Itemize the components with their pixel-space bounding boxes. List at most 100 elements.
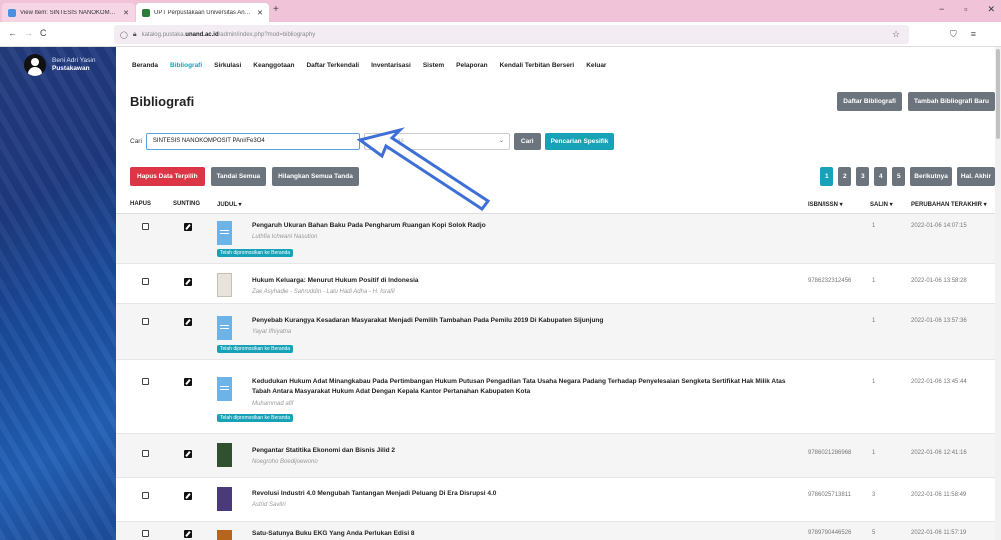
mark-all-button[interactable]: Tandai Semua xyxy=(210,167,267,186)
book-copies: 1 xyxy=(872,379,876,385)
page-scrollbar[interactable] xyxy=(995,47,1001,540)
nav-beranda[interactable]: Beranda xyxy=(132,62,158,69)
col-judul[interactable]: JUDUL ▾ xyxy=(217,201,242,208)
edit-icon[interactable] xyxy=(184,450,192,458)
bookmark-star-icon[interactable]: ☆ xyxy=(892,29,900,40)
col-salin[interactable]: SALIN ▾ xyxy=(870,201,893,208)
browser-tab-view-item[interactable]: View Item: SINTESIS NANOKOMPOSIT ✕ xyxy=(2,3,135,22)
page-1-button[interactable]: 1 xyxy=(820,167,834,186)
nav-bibliografi[interactable]: Bibliografi xyxy=(170,62,202,69)
nav-daftar-terkendali[interactable]: Daftar Terkendali xyxy=(306,62,359,69)
row-checkbox[interactable] xyxy=(142,530,149,537)
book-author: Astrid Savitri xyxy=(252,502,286,508)
book-updated: 2022-01-06 14:07:15 xyxy=(911,223,967,229)
row-checkbox[interactable] xyxy=(142,318,149,325)
row-checkbox[interactable] xyxy=(142,378,149,385)
book-title[interactable]: Pengaruh Ukuran Bahan Baku Pada Pengharu… xyxy=(252,221,802,231)
edit-icon[interactable] xyxy=(184,318,192,326)
back-button[interactable]: ← xyxy=(8,28,17,38)
edit-icon[interactable] xyxy=(184,530,192,538)
address-bar[interactable]: ◯ 🔒︎ katalog.pustaka.unand.ac.id/admin/i… xyxy=(114,25,909,44)
nav-sistem[interactable]: Sistem xyxy=(423,62,444,69)
book-copies: 1 xyxy=(872,278,876,284)
reload-button[interactable]: C xyxy=(40,28,47,38)
delete-selected-button[interactable]: Hapus Data Terpilih xyxy=(130,167,205,186)
page-2-button[interactable]: 2 xyxy=(838,167,852,186)
new-tab-button[interactable]: + xyxy=(273,4,279,15)
book-title[interactable]: Pengantar Statitika Ekonomi dan Bisnis J… xyxy=(252,446,802,456)
browser-tab-upt[interactable]: UPT Perpustakaan Universitas Andalas ✕ xyxy=(136,3,269,22)
row-checkbox[interactable] xyxy=(142,492,149,499)
main-content: Beranda Bibliografi Sirkulasi Keanggotaa… xyxy=(116,47,1001,540)
sidebar: Beni Adri Yasin Pustakawan xyxy=(0,47,116,540)
page-5-button[interactable]: 5 xyxy=(892,167,906,186)
table-row: Satu-Satunya Buku EKG Yang Anda Perlukan… xyxy=(116,522,1001,540)
nav-keanggotaan[interactable]: Keanggotaan xyxy=(253,62,294,69)
book-author: Noegroho Boedijoewono xyxy=(252,459,318,465)
edit-icon[interactable] xyxy=(184,278,192,286)
book-copies: 5 xyxy=(872,530,876,536)
book-isbn: 9786021286968 xyxy=(808,450,852,456)
table-row: Revolusi Industri 4.0 Mengubah Tantangan… xyxy=(116,478,1001,522)
book-isbn: 9786232312456 xyxy=(808,278,852,284)
book-cover-placeholder-icon xyxy=(217,377,232,401)
menu-icon[interactable]: ≡ xyxy=(971,29,976,40)
book-updated: 2022-01-06 13:58:28 xyxy=(911,278,967,284)
scrollbar-thumb[interactable] xyxy=(996,49,1000,139)
advanced-search-button[interactable]: Pencarian Spesifik xyxy=(544,133,615,150)
book-isbn: 9786025713811 xyxy=(808,492,851,498)
row-checkbox[interactable] xyxy=(142,223,149,230)
nav-keluar[interactable]: Keluar xyxy=(586,62,606,69)
close-tab-icon[interactable]: ✕ xyxy=(257,9,263,17)
daftar-bibliografi-button[interactable]: Daftar Bibliografi xyxy=(837,92,902,111)
page-3-button[interactable]: 3 xyxy=(856,167,870,186)
tambah-bibliografi-button[interactable]: Tambah Bibliografi Baru xyxy=(908,92,995,111)
browser-toolbar: ← → C ◯ 🔒︎ katalog.pustaka.unand.ac.id/a… xyxy=(0,22,1001,47)
edit-icon[interactable] xyxy=(184,378,192,386)
col-sunting: SUNTING xyxy=(173,201,200,207)
table-row: Hukum Keluarga: Menurut Hukum Positif di… xyxy=(116,264,1001,304)
col-updated[interactable]: PERUBAHAN TERAKHIR ▾ xyxy=(911,201,987,208)
book-title[interactable]: Revolusi Industri 4.0 Mengubah Tantangan… xyxy=(252,489,802,499)
search-input[interactable]: SINTESIS NANOKOMPOSIT PAni/Fe3O4 xyxy=(145,133,360,150)
pocket-shield-icon[interactable]: ⛉ xyxy=(950,29,957,40)
cari-button[interactable]: Cari xyxy=(513,133,541,150)
page-icon xyxy=(8,8,16,17)
nav-pelaporan[interactable]: Pelaporan xyxy=(456,62,487,69)
nav-inventarisasi[interactable]: Inventarisasi xyxy=(371,62,411,69)
book-copies: 1 xyxy=(872,318,876,324)
book-cover-image xyxy=(217,443,232,467)
book-title[interactable]: Penyebab Kurangya Kesadaran Masyarakat M… xyxy=(252,316,802,326)
shield-icon: ◯ xyxy=(120,31,128,39)
search-field-select[interactable]: Semua Ruas ⌄ xyxy=(363,133,510,150)
book-title[interactable]: Kedudukan Hukum Adat Minangkabau Pada Pe… xyxy=(252,377,802,397)
table-row: Pengantar Statitika Ekonomi dan Bisnis J… xyxy=(116,434,1001,478)
page-4-button[interactable]: 4 xyxy=(874,167,888,186)
unmark-all-button[interactable]: Hilangkan Semua Tanda xyxy=(272,167,359,186)
book-cover-placeholder-icon xyxy=(217,316,232,340)
browser-tab-bar: View Item: SINTESIS NANOKOMPOSIT ✕ UPT P… xyxy=(0,0,1001,22)
pagination: 1 2 3 4 5 Berikutnya Hal. Akhir xyxy=(820,167,995,186)
book-updated: 2022-01-06 13:45:44 xyxy=(911,379,967,385)
book-updated: 2022-01-06 12:41:16 xyxy=(911,450,967,456)
edit-icon[interactable] xyxy=(184,223,192,231)
book-title[interactable]: Hukum Keluarga: Menurut Hukum Positif di… xyxy=(252,276,802,286)
nav-sirkulasi[interactable]: Sirkulasi xyxy=(214,62,241,69)
row-checkbox[interactable] xyxy=(142,278,149,285)
last-page-button[interactable]: Hal. Akhir xyxy=(956,167,995,186)
maximize-icon[interactable]: ▫ xyxy=(964,4,967,15)
book-title[interactable]: Satu-Satunya Buku EKG Yang Anda Perlukan… xyxy=(252,529,802,539)
forward-button[interactable]: → xyxy=(24,28,33,38)
next-page-button[interactable]: Berikutnya xyxy=(910,167,952,186)
row-checkbox[interactable] xyxy=(142,450,149,457)
edit-icon[interactable] xyxy=(184,492,192,500)
book-author: Yayat Ifhiyatna xyxy=(252,329,292,335)
col-isbn[interactable]: ISBN/ISSN ▾ xyxy=(808,201,843,208)
url-text: katalog.pustaka.unand.ac.id/admin/index.… xyxy=(141,31,316,38)
top-navigation: Beranda Bibliografi Sirkulasi Keanggotaa… xyxy=(132,62,606,69)
close-window-icon[interactable]: ✕ xyxy=(987,4,995,15)
book-cover-placeholder-icon xyxy=(217,221,232,245)
close-tab-icon[interactable]: ✕ xyxy=(123,9,129,17)
minimize-icon[interactable]: − xyxy=(939,4,944,15)
nav-kendali-terbitan-berseri[interactable]: Kendali Terbitan Berseri xyxy=(500,62,575,69)
